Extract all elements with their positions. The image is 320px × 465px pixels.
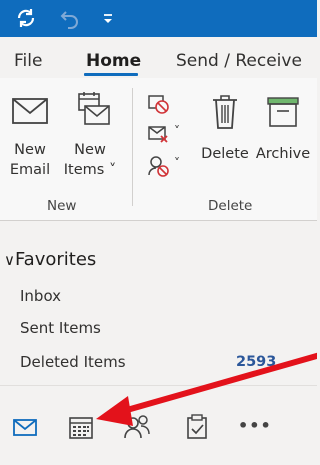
people-nav-button[interactable] bbox=[122, 412, 152, 442]
new-email-button[interactable]: New Email bbox=[6, 96, 54, 180]
chevron-down-icon: ∨ bbox=[4, 251, 15, 269]
delete-label: Delete bbox=[201, 146, 249, 162]
ribbon: New Email New Items ˅ New ˅ ˅ Delete Arc… bbox=[0, 78, 317, 221]
folder-pane: ∨Favorites Inbox Sent Items Deleted Item… bbox=[0, 221, 317, 385]
archive-icon bbox=[267, 97, 299, 127]
junk-icon bbox=[148, 156, 169, 177]
calendar-nav-button[interactable] bbox=[66, 412, 96, 442]
tasks-icon bbox=[187, 414, 207, 439]
group-label-new: New bbox=[47, 198, 77, 214]
calendar-icon bbox=[69, 417, 93, 439]
tab-send-receive[interactable]: Send / Receive bbox=[176, 51, 302, 71]
new-items-icon bbox=[78, 92, 110, 125]
title-bar bbox=[0, 0, 317, 37]
mail-nav-button[interactable] bbox=[10, 412, 40, 442]
new-email-line1: New bbox=[14, 142, 46, 158]
folder-deleted-items[interactable]: Deleted Items bbox=[20, 353, 126, 371]
envelope-icon bbox=[12, 98, 48, 124]
customize-toolbar-icon[interactable] bbox=[96, 6, 120, 30]
deleted-items-count: 2593 bbox=[236, 354, 277, 370]
more-icon[interactable]: ••• bbox=[238, 416, 278, 446]
mail-icon bbox=[13, 419, 37, 436]
new-email-line2: Email bbox=[9, 162, 51, 178]
delete-button[interactable]: Delete bbox=[198, 94, 252, 164]
clean-up-icon bbox=[148, 126, 168, 143]
ignore-button[interactable] bbox=[146, 92, 186, 118]
module-nav: ••• bbox=[0, 385, 317, 465]
junk-button[interactable]: ˅ bbox=[146, 154, 186, 180]
ribbon-tabs: File Home Send / Receive bbox=[0, 37, 317, 78]
ribbon-divider bbox=[132, 88, 133, 206]
folder-sent-items[interactable]: Sent Items bbox=[20, 319, 101, 337]
archive-label: Archive bbox=[255, 146, 311, 162]
ignore-icon bbox=[148, 95, 169, 114]
sync-icon[interactable] bbox=[14, 6, 38, 30]
archive-button[interactable]: Archive bbox=[252, 94, 314, 164]
new-items-line1: New bbox=[74, 142, 106, 158]
tab-file[interactable]: File bbox=[14, 51, 42, 71]
tasks-nav-button[interactable] bbox=[182, 412, 212, 442]
group-label-delete: Delete bbox=[208, 198, 253, 214]
chevron-down-icon: ˅ bbox=[174, 156, 180, 170]
folder-inbox[interactable]: Inbox bbox=[20, 287, 61, 305]
tab-home[interactable]: Home bbox=[86, 51, 141, 71]
favorites-header[interactable]: ∨Favorites bbox=[4, 249, 96, 270]
chevron-down-icon: ˅ bbox=[174, 124, 180, 138]
new-items-button[interactable]: New Items ˅ bbox=[60, 90, 120, 180]
new-items-line2: Items ˅ bbox=[63, 162, 117, 178]
undo-icon[interactable] bbox=[58, 6, 82, 30]
clean-up-button[interactable]: ˅ bbox=[146, 122, 186, 148]
trash-icon bbox=[213, 95, 237, 129]
active-tab-indicator bbox=[84, 73, 138, 76]
favorites-label: Favorites bbox=[14, 249, 97, 270]
people-icon bbox=[124, 415, 150, 439]
